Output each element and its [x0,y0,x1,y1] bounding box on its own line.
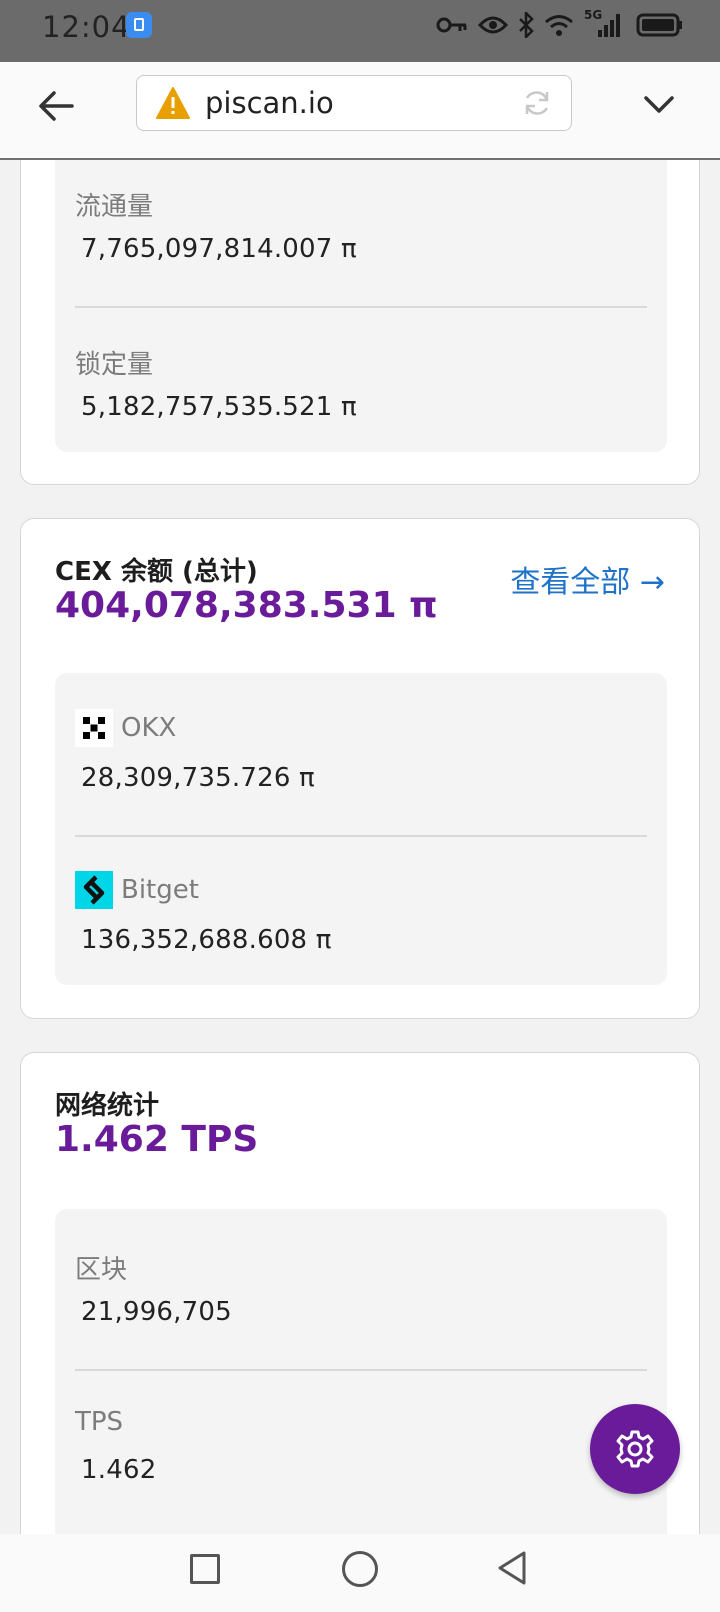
url-text[interactable]: piscan.io [205,86,334,120]
divider [75,306,647,308]
blocks-label: 区块 [75,1255,128,1285]
battery-icon [636,13,682,37]
page-content: 流通量 7,765,097,814.007 π 锁定量 5,182,757,53… [0,160,720,1534]
status-time: 12:04 [42,10,131,44]
settings-fab-button[interactable] [590,1404,680,1494]
key-icon [436,17,467,33]
cex-total: 404,078,383.531 π [55,585,438,626]
home-icon[interactable] [342,1551,378,1587]
reload-icon[interactable] [521,87,553,119]
okx-name: OKX [121,713,177,743]
status-bar: 12:04 5G [0,0,720,62]
settings-gear-icon [616,1430,654,1468]
recent-apps-icon[interactable] [190,1554,220,1584]
supply-panel: 流通量 7,765,097,814.007 π 锁定量 5,182,757,53… [55,160,667,452]
eye-icon [478,16,508,34]
supply-card: 流通量 7,765,097,814.007 π 锁定量 5,182,757,53… [20,160,700,485]
network-title: 网络统计 [55,1091,160,1121]
status-icons: 5G [436,8,684,38]
okx-balance: 28,309,735.726 π [81,763,315,793]
view-all-link[interactable]: 查看全部 → [510,557,665,601]
chevron-down-icon[interactable] [642,88,676,122]
divider [75,835,647,837]
network-tps-headline: 1.462 TPS [55,1119,259,1160]
back-arrow-icon[interactable] [36,86,76,126]
locked-supply-value: 5,182,757,535.521 π [81,392,357,422]
cex-balance-card: CEX 余额 (总计) 404,078,383.531 π 查看全部 → OKX… [20,518,700,1019]
bluetooth-icon [519,12,534,38]
signal-icon: 5G [584,8,626,38]
wifi-icon [545,15,573,36]
okx-logo-icon [75,709,113,747]
cex-title: CEX 余额 (总计) [55,557,258,587]
divider [75,1369,647,1371]
back-triangle-icon[interactable] [496,1550,528,1586]
warning-icon[interactable] [155,86,191,120]
blocks-value: 21,996,705 [81,1297,232,1327]
browser-toolbar: piscan.io [0,62,720,160]
locked-supply-label: 锁定量 [75,350,154,380]
circulating-supply-value: 7,765,097,814.007 π [81,234,357,264]
address-bar[interactable]: piscan.io [136,75,572,131]
bitget-logo-icon [75,871,113,909]
network-panel: 区块 21,996,705 TPS 1.462 [55,1209,667,1534]
bitget-balance: 136,352,688.608 π [81,925,332,955]
app-badge-icon [126,12,152,38]
bitget-name: Bitget [121,875,199,905]
tps-value: 1.462 [81,1455,157,1485]
system-nav-bar [0,1534,720,1612]
exchange-panel: OKX 28,309,735.726 π Bitget 136,352,688.… [55,673,667,985]
tps-label: TPS [75,1407,124,1437]
circulating-supply-label: 流通量 [75,192,154,222]
